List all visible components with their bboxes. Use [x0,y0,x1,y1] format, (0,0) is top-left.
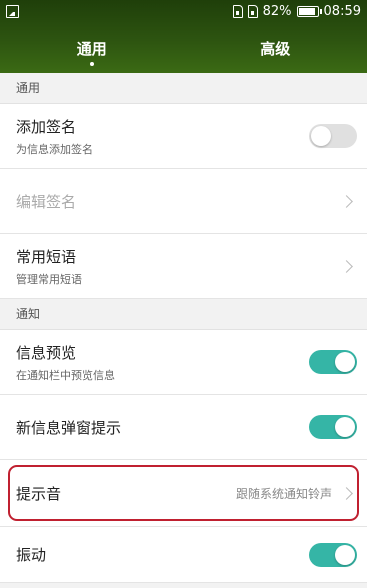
battery-percent: 82% [262,4,292,19]
message-preview-toggle[interactable] [309,350,357,374]
common-phrases-row[interactable]: 常用短语 管理常用短语 [0,234,367,299]
toggle-knob [335,417,355,437]
clock: 08:59 [323,4,361,19]
notification-sound-row[interactable]: 提示音 跟随系统通知铃声 [0,460,367,527]
row-subtitle: 在通知栏中预览信息 [16,368,115,382]
section-header-general: 通用 [0,73,367,104]
add-signature-toggle[interactable] [309,124,357,148]
section-header-notify: 通知 [0,299,367,330]
row-title: 振动 [16,546,47,564]
row-title: 编辑签名 [16,192,77,211]
sound-value: 跟随系统通知铃声 [235,486,332,501]
toggle-knob [335,544,355,565]
row-subtitle: 管理常用短语 [16,272,82,286]
chevron-right-icon [340,486,353,500]
toggle-knob [335,352,355,372]
popup-alert-toggle[interactable] [309,415,357,439]
tab-bar: 通用 高级 [0,23,367,73]
status-bar: 82% 08:59 [0,0,367,23]
row-title: 新信息弹窗提示 [16,418,122,437]
sim1-icon [232,5,243,18]
vibrate-row[interactable]: 振动 [0,527,367,583]
chevron-right-icon [340,194,353,208]
row-title: 提示音 [16,484,62,503]
tab-advanced[interactable]: 高级 [184,23,367,73]
battery-icon [296,6,322,17]
sim2-icon [247,5,258,18]
toggle-knob [311,126,331,146]
row-subtitle: 为信息添加签名 [16,142,93,156]
message-preview-row[interactable]: 信息预览 在通知栏中预览信息 [0,330,367,395]
row-title: 信息预览 [16,343,77,362]
tab-label: 通用 [76,39,107,58]
app-header: 82% 08:59 通用 高级 [0,0,367,73]
edit-signature-row[interactable]: 编辑签名 [0,169,367,234]
add-signature-row[interactable]: 添加签名 为信息添加签名 [0,104,367,169]
tab-label: 高级 [260,39,291,58]
chevron-right-icon [340,259,353,273]
row-title: 添加签名 [16,117,77,136]
vibrate-toggle[interactable] [309,542,357,567]
active-tab-indicator [89,62,94,66]
image-notification-icon [6,5,19,18]
tab-general[interactable]: 通用 [0,23,184,73]
row-title: 常用短语 [16,247,77,266]
popup-alert-row[interactable]: 新信息弹窗提示 [0,395,367,460]
